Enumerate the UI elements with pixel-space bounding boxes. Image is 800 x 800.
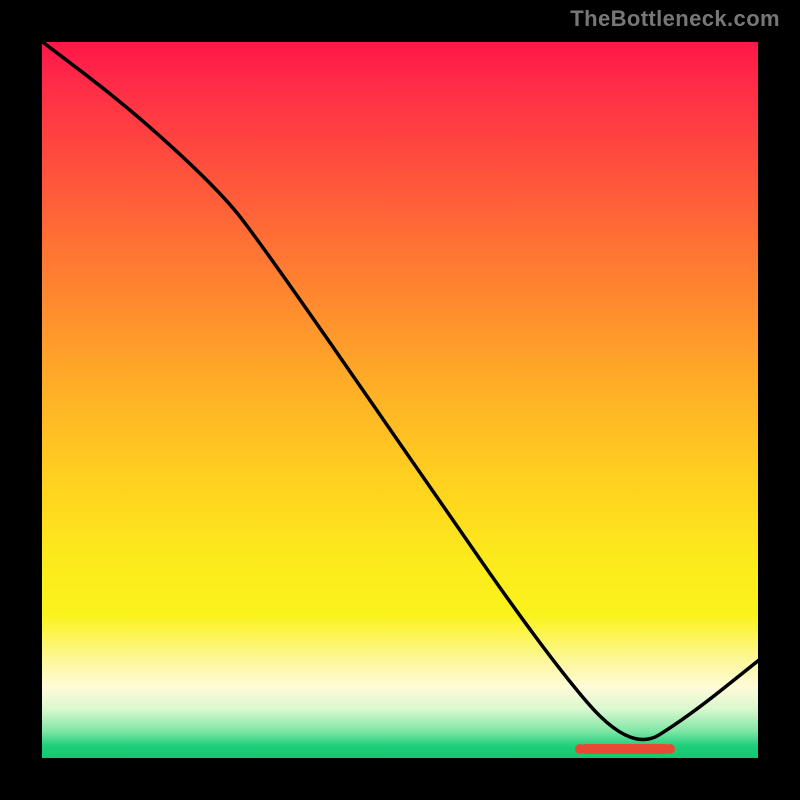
bottleneck-curve-line [40,40,760,740]
optimal-range-marker [580,744,670,754]
watermark-text: TheBottleneck.com [570,6,780,32]
plot-area [40,40,760,760]
chart-stage: TheBottleneck.com [0,0,800,800]
curve-svg [40,40,760,760]
